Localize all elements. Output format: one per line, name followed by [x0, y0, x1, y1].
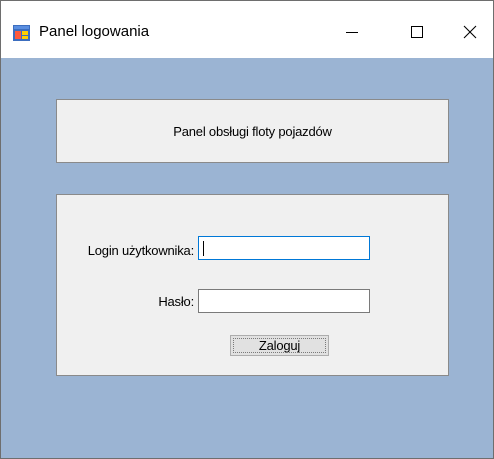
maximize-button[interactable]: [394, 11, 440, 53]
close-button[interactable]: [447, 11, 493, 53]
maximize-icon: [411, 26, 423, 38]
header-text: Panel obsługi floty pojazdów: [173, 124, 332, 139]
login-button[interactable]: Zaloguj: [230, 335, 329, 356]
login-button-label: Zaloguj: [258, 338, 301, 353]
app-icon: [13, 25, 30, 41]
minimize-icon: [346, 32, 358, 33]
password-label: Hasło:: [158, 294, 194, 309]
title-bar[interactable]: Panel logowania: [1, 1, 493, 58]
password-input[interactable]: [198, 289, 370, 313]
text-caret: [203, 241, 204, 256]
close-icon: [463, 25, 477, 39]
window-title: Panel logowania: [39, 23, 150, 40]
minimize-button[interactable]: [329, 11, 375, 53]
login-input[interactable]: [198, 236, 370, 260]
login-label: Login użytkownika:: [87, 243, 194, 258]
login-panel: Login użytkownika: Hasło: Zaloguj: [56, 194, 449, 376]
login-window: Panel logowania Panel obsługi floty poja…: [0, 0, 494, 459]
header-panel: Panel obsługi floty pojazdów: [56, 99, 449, 163]
